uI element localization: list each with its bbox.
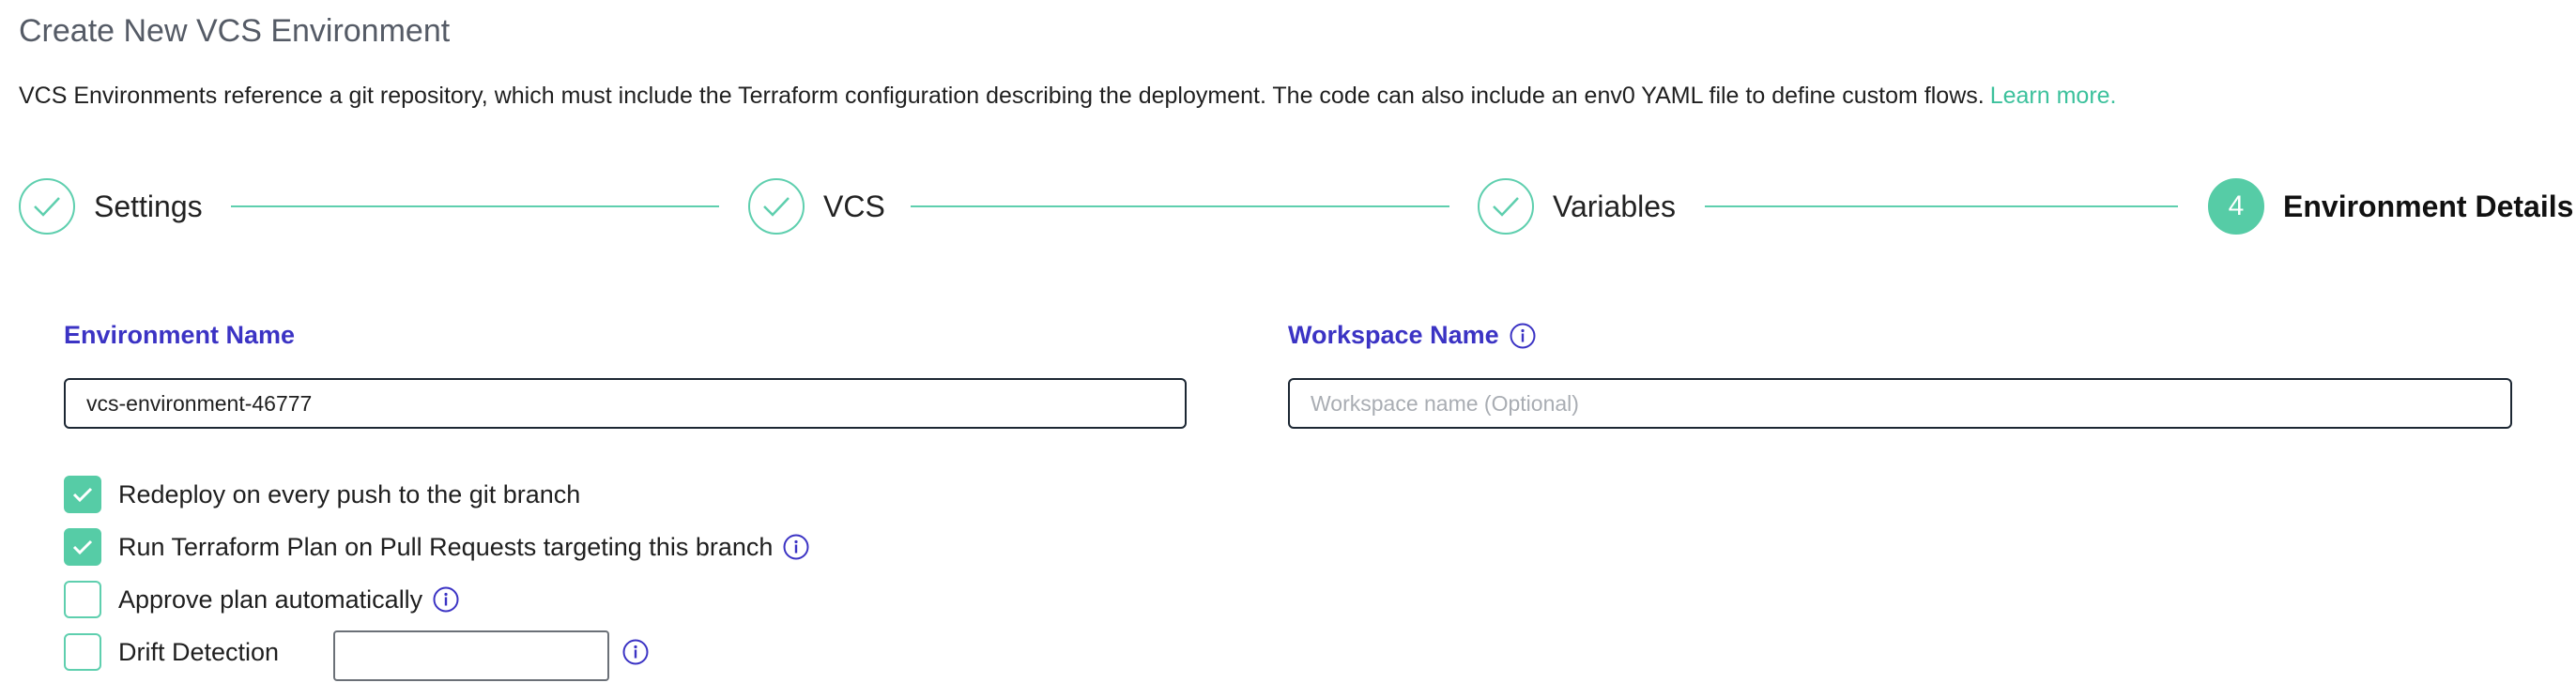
- redeploy-checkbox[interactable]: [64, 476, 101, 513]
- info-icon[interactable]: [782, 533, 810, 561]
- step-number: 4: [2208, 178, 2264, 235]
- info-icon[interactable]: [432, 585, 460, 614]
- info-icon[interactable]: [1509, 322, 1537, 350]
- step-connector: [1705, 205, 2178, 207]
- option-label: Approve plan automatically: [118, 584, 423, 614]
- check-icon: [748, 178, 805, 235]
- page-title: Create New VCS Environment: [19, 13, 451, 49]
- check-icon: [19, 178, 75, 235]
- workspace-name-input[interactable]: [1288, 378, 2512, 429]
- step-label: Settings: [94, 189, 203, 223]
- environment-name-label: Environment Name: [64, 321, 295, 350]
- step-label: Variables: [1553, 189, 1677, 223]
- option-drift-detection: Drift Detection: [64, 632, 279, 672]
- workspace-name-label: Workspace Name: [1288, 321, 1537, 350]
- workspace-name-label-text: Workspace Name: [1288, 321, 1499, 349]
- learn-more-link[interactable]: Learn more.: [1990, 83, 2117, 109]
- description-text: VCS Environments reference a git reposit…: [19, 83, 1985, 109]
- drift-detection-input[interactable]: [333, 630, 609, 681]
- stepper: Settings VCS Variables 4 Environment Det…: [0, 169, 2576, 244]
- option-redeploy-on-push: Redeploy on every push to the git branch: [64, 475, 580, 514]
- step-label: Environment Details: [2283, 189, 2574, 223]
- drift-detection-checkbox[interactable]: [64, 633, 101, 671]
- option-label: Redeploy on every push to the git branch: [118, 479, 581, 508]
- info-icon[interactable]: [621, 638, 650, 666]
- option-label: Run Terraform Plan on Pull Requests targ…: [118, 532, 774, 561]
- step-variables[interactable]: Variables: [1478, 169, 1676, 244]
- page-description: VCS Environments reference a git reposit…: [19, 83, 2117, 110]
- step-settings[interactable]: Settings: [19, 169, 203, 244]
- plan-on-pr-checkbox[interactable]: [64, 528, 101, 566]
- step-label: VCS: [823, 189, 885, 223]
- step-connector: [911, 205, 1449, 207]
- approve-automatically-checkbox[interactable]: [64, 581, 101, 618]
- option-approve-automatically: Approve plan automatically: [64, 580, 460, 619]
- environment-name-label-text: Environment Name: [64, 321, 296, 349]
- step-environment-details[interactable]: 4 Environment Details: [2208, 169, 2573, 244]
- check-icon: [1478, 178, 1534, 235]
- step-vcs[interactable]: VCS: [748, 169, 885, 244]
- environment-name-input[interactable]: [64, 378, 1187, 429]
- option-label: Drift Detection: [118, 637, 280, 666]
- step-connector: [231, 205, 719, 207]
- option-plan-on-pr: Run Terraform Plan on Pull Requests targ…: [64, 527, 810, 567]
